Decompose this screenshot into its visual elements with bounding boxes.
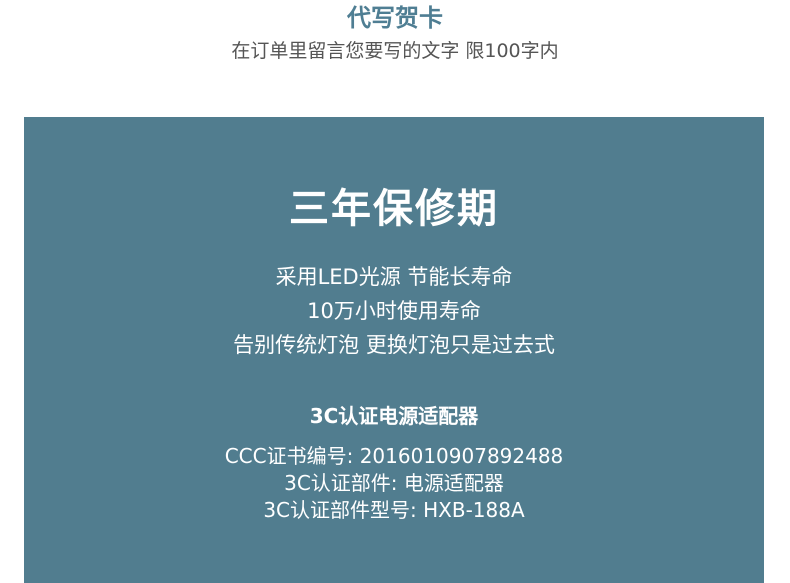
feature-line: 告别传统灯泡 更换灯泡只是过去式: [233, 333, 555, 357]
greeting-card-title: 代写贺卡: [347, 4, 443, 32]
warranty-title: 三年保修期: [289, 186, 499, 232]
spec-line: 3C认证部件: 电源适配器: [284, 471, 504, 495]
greeting-card-subtitle: 在订单里留言您要写的文字 限100字内: [231, 40, 559, 62]
warranty-panel: 三年保修期 采用LED光源 节能长寿命 10万小时使用寿命 告别传统灯泡 更换灯…: [24, 117, 764, 583]
feature-line: 10万小时使用寿命: [307, 299, 481, 323]
feature-line: 采用LED光源 节能长寿命: [275, 265, 513, 289]
adapter-title: 3C认证电源适配器: [309, 404, 479, 428]
spec-line: CCC证书编号: 2016010907892488: [224, 444, 564, 468]
spec-line: 3C认证部件型号: HXB-188A: [263, 498, 525, 522]
